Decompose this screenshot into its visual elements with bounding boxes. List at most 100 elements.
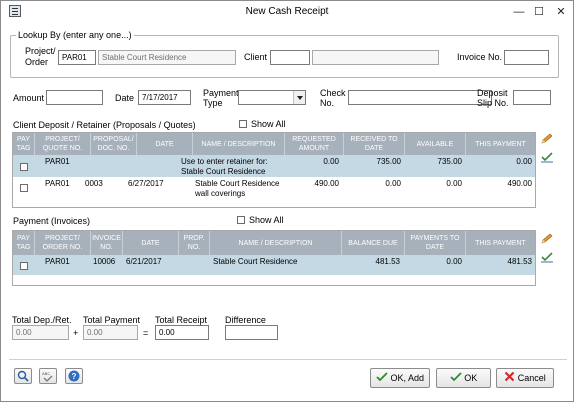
retainer-section-label: Client Deposit / Retainer (Proposals / Q…	[13, 120, 196, 130]
ok-button[interactable]: OK	[436, 368, 491, 388]
row-this-payment[interactable]: 481.53	[464, 257, 532, 266]
row-desc-line1: Stable Court Residence	[195, 179, 280, 188]
edit-pencil-icon[interactable]	[540, 233, 554, 245]
check-no-label-line1: Check	[320, 88, 346, 98]
row-balance: 481.53	[375, 257, 400, 266]
row-received: 0.00	[385, 179, 401, 188]
retainer-col-doc[interactable]: PROPOSAL/ DOC. NO.	[91, 133, 137, 155]
row-received: 735.00	[376, 157, 401, 166]
title-bar: New Cash Receipt — ☐ ✕	[1, 1, 573, 23]
retainer-col-date[interactable]: DATE	[137, 133, 193, 155]
invoices-col-balance[interactable]: BALANCE DUE	[342, 231, 405, 255]
table-row[interactable]: PAR01 Use to enter retainer for: Stable …	[13, 155, 535, 177]
invoices-show-all-checkbox[interactable]	[237, 216, 245, 224]
row-this-payment[interactable]: 0.00	[464, 157, 532, 166]
row-project: PAR01	[45, 157, 70, 166]
total-receipt-field: 0.00	[155, 325, 209, 340]
retainer-col-requested[interactable]: REQUESTED AMOUNT	[285, 133, 344, 155]
row-invoice: 10006	[93, 257, 116, 266]
maximize-button[interactable]: ☐	[530, 4, 548, 20]
total-dep-label: Total Dep./Ret.	[12, 315, 72, 325]
row-available: 735.00	[437, 157, 462, 166]
ok-check-icon	[450, 372, 462, 382]
cancel-button[interactable]: Cancel	[496, 368, 554, 388]
help-button[interactable]: ?	[65, 368, 83, 384]
invoices-col-paid[interactable]: PAYMENTS TO DATE	[405, 231, 466, 255]
invoices-col-date[interactable]: DATE	[123, 231, 179, 255]
pay-tag-checkbox[interactable]	[20, 262, 28, 270]
retainer-col-this-payment[interactable]: THIS PAYMENT	[466, 133, 535, 155]
retainer-col-pay-tag[interactable]: PAY TAG	[13, 133, 35, 155]
row-requested: 0.00	[323, 157, 339, 166]
close-button[interactable]: ✕	[552, 4, 570, 20]
project-name-field: Stable Court Residence	[98, 50, 236, 65]
invoices-grid: PAY TAG PROJECT/ ORDER NO. INVOICE NO. D…	[12, 230, 536, 286]
checkmark-icon[interactable]	[540, 251, 554, 263]
help-icon: ?	[68, 370, 80, 382]
amount-input[interactable]	[46, 90, 103, 105]
plus-sign: +	[73, 328, 79, 338]
client-input[interactable]	[270, 50, 310, 65]
invoices-col-pay-tag[interactable]: PAY TAG	[13, 231, 35, 255]
payment-type-label-line2: Type	[203, 98, 223, 108]
deposit-slip-label-line2: Slip No.	[477, 98, 509, 108]
row-desc: Stable Court Residence	[213, 257, 298, 266]
minimize-button[interactable]: —	[510, 4, 528, 20]
row-requested: 490.00	[314, 179, 339, 188]
invoices-col-project[interactable]: PROJECT/ ORDER NO.	[35, 231, 91, 255]
deposit-slip-input[interactable]	[513, 90, 551, 105]
project-label-line2: Order	[25, 57, 49, 67]
invoices-col-prop[interactable]: PROP. NO.	[179, 231, 210, 255]
equals-sign: =	[143, 328, 149, 338]
cancel-x-icon	[504, 371, 515, 382]
retainer-show-all-checkbox[interactable]	[239, 120, 247, 128]
check-no-label-line2: No.	[320, 98, 335, 108]
retainer-show-all-label: Show All	[251, 119, 286, 129]
payment-type-select[interactable]	[238, 90, 306, 105]
difference-field	[225, 325, 278, 340]
project-input[interactable]: PAR01	[58, 50, 96, 65]
dropdown-arrow-icon[interactable]	[293, 91, 305, 104]
retainer-grid: PAY TAG PROJECT/ QUOTE NO. PROPOSAL/ DOC…	[12, 132, 536, 208]
date-input[interactable]: 7/17/2017	[138, 90, 191, 105]
table-row[interactable]: PAR01 0003 6/27/2017 Stable Court Reside…	[13, 177, 535, 199]
row-desc-line2: Stable Court Residence	[181, 167, 266, 176]
row-date: 6/21/2017	[126, 257, 162, 266]
pay-tag-checkbox[interactable]	[20, 163, 28, 171]
cancel-label: Cancel	[517, 373, 546, 383]
edit-pencil-icon[interactable]	[540, 133, 554, 145]
total-payment-field: 0.00	[83, 325, 138, 340]
check-no-input[interactable]	[348, 90, 492, 105]
total-dep-field: 0.00	[12, 325, 69, 340]
invoice-no-input[interactable]	[504, 50, 549, 65]
retainer-col-available[interactable]: AVAILABLE	[405, 133, 466, 155]
pay-tag-checkbox[interactable]	[20, 184, 28, 192]
invoice-no-label: Invoice No.	[457, 52, 503, 62]
total-payment-label: Total Payment	[83, 315, 141, 325]
row-date: 6/27/2017	[128, 179, 164, 188]
retainer-col-project[interactable]: PROJECT/ QUOTE NO.	[35, 133, 91, 155]
invoices-col-invoice[interactable]: INVOICE NO.	[91, 231, 123, 255]
row-available: 0.00	[446, 179, 462, 188]
ok-label: OK	[464, 373, 478, 383]
payment-type-label-line1: Payment	[203, 88, 239, 98]
retainer-col-description[interactable]: NAME / DESCRIPTION	[193, 133, 285, 155]
table-row[interactable]: PAR01 10006 6/21/2017 Stable Court Resid…	[13, 255, 535, 275]
difference-label: Difference	[225, 315, 266, 325]
total-receipt-label: Total Receipt	[155, 315, 208, 325]
invoices-col-this-payment[interactable]: THIS PAYMENT	[466, 231, 535, 255]
row-this-payment[interactable]: 490.00	[464, 179, 532, 188]
row-paid: 0.00	[446, 257, 462, 266]
row-project: PAR01	[45, 179, 70, 188]
amount-label: Amount	[13, 93, 45, 103]
spell-check-icon: ABC	[42, 371, 53, 382]
footer-divider	[9, 359, 567, 360]
retainer-col-received[interactable]: RECEIVED TO DATE	[344, 133, 405, 155]
spell-check-button[interactable]: ABC	[39, 368, 57, 384]
invoices-col-description[interactable]: NAME / DESCRIPTION	[210, 231, 342, 255]
checkmark-icon[interactable]	[540, 151, 554, 163]
svg-text:?: ?	[72, 372, 77, 381]
search-button[interactable]	[14, 368, 32, 384]
ok-add-button[interactable]: OK, Add	[370, 368, 430, 388]
invoices-show-all-label: Show All	[249, 215, 284, 225]
